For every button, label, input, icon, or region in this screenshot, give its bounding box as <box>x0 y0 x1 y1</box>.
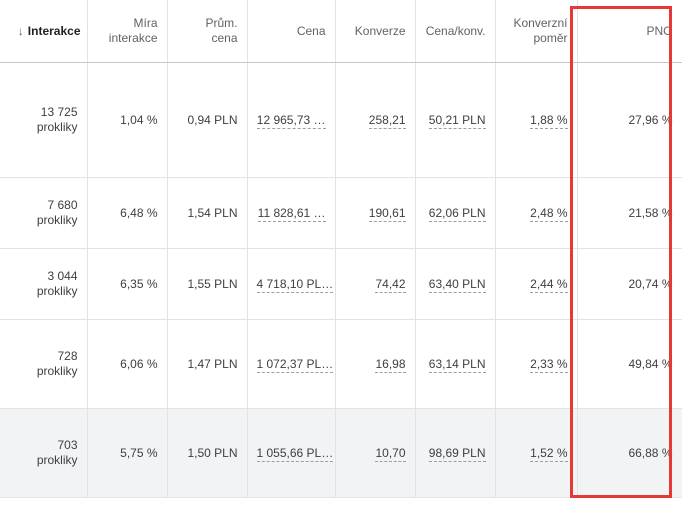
cell-interactions: 3 044 prokliky <box>0 248 88 320</box>
cell-cost: 11 828,61 … <box>247 177 336 249</box>
cell-interaction-rate: 6,48 % <box>87 177 168 249</box>
cell-conversions: 190,61 <box>335 177 416 249</box>
column-header-interaction-rate[interactable]: Míra interakce <box>87 0 168 63</box>
cell-interaction-rate: 1,04 % <box>87 62 168 178</box>
cell-conversion-rate: 2,33 % <box>495 319 578 409</box>
column-header-cost[interactable]: Cena <box>247 0 336 63</box>
cell-interactions: 703 prokliky <box>0 408 88 498</box>
cell-conversions: 74,42 <box>335 248 416 320</box>
cell-interaction-rate: 6,35 % <box>87 248 168 320</box>
column-header-conversion-rate[interactable]: Konverzní poměr <box>495 0 578 63</box>
cell-interactions: 13 725 prokliky <box>0 62 88 178</box>
cell-avg-price: 1,50 PLN <box>167 408 248 498</box>
cell-conversion-rate: 2,48 % <box>495 177 578 249</box>
header-row: ↓ Interakce Míra interakce Prům. cena Cen… <box>0 0 682 63</box>
cell-cost-per-conversion: 63,40 PLN <box>415 248 496 320</box>
cell-cost-per-conversion: 98,69 PLN <box>415 408 496 498</box>
cell-interaction-rate: 6,06 % <box>87 319 168 409</box>
cell-pno: 20,74 % <box>577 248 682 320</box>
table-row: 3 044 prokliky 6,35 % 1,55 PLN 4 718,10 P… <box>0 248 682 320</box>
cell-cost-per-conversion: 62,06 PLN <box>415 177 496 249</box>
cell-conversions: 258,21 <box>335 62 416 178</box>
table-row: 728 prokliky 6,06 % 1,47 PLN 1 072,37 PL…… <box>0 319 682 409</box>
cell-conversions: 16,98 <box>335 319 416 409</box>
cell-cost-per-conversion: 50,21 PLN <box>415 62 496 178</box>
table-row: 13 725 prokliky 1,04 % 0,94 PLN 12 965,73… <box>0 62 682 178</box>
cell-conversion-rate: 2,44 % <box>495 248 578 320</box>
cell-avg-price: 1,54 PLN <box>167 177 248 249</box>
table-row: 7 680 prokliky 6,48 % 1,54 PLN 11 828,61 … <box>0 177 682 249</box>
stats-table: ↓ Interakce Míra interakce Prům. cena Cen… <box>0 0 682 498</box>
cell-interaction-rate: 5,75 % <box>87 408 168 498</box>
column-header-conversions[interactable]: Konverze <box>335 0 416 63</box>
cell-avg-price: 0,94 PLN <box>167 62 248 178</box>
cell-pno: 66,88 % <box>577 408 682 498</box>
cell-avg-price: 1,47 PLN <box>167 319 248 409</box>
cell-pno: 49,84 % <box>577 319 682 409</box>
cell-cost: 1 055,66 PL… <box>247 408 336 498</box>
table-row: 703 prokliky 5,75 % 1,50 PLN 1 055,66 PL…… <box>0 408 682 498</box>
cell-cost: 1 072,37 PL… <box>247 319 336 409</box>
cell-interactions: 7 680 prokliky <box>0 177 88 249</box>
cell-interactions: 728 prokliky <box>0 319 88 409</box>
column-header-cost-per-conversion[interactable]: Cena/konv. <box>415 0 496 63</box>
cell-conversions: 10,70 <box>335 408 416 498</box>
cell-conversion-rate: 1,88 % <box>495 62 578 178</box>
column-header-label: Interakce <box>27 23 81 38</box>
cell-avg-price: 1,55 PLN <box>167 248 248 320</box>
cell-pno: 27,96 % <box>577 62 682 178</box>
cell-pno: 21,58 % <box>577 177 682 249</box>
cell-cost: 12 965,73 … <box>247 62 336 178</box>
column-header-interactions[interactable]: ↓ Interakce <box>0 0 88 63</box>
column-header-pno[interactable]: PNO <box>577 0 682 63</box>
column-header-avg-price[interactable]: Prům. cena <box>167 0 248 63</box>
cell-cost: 4 718,10 PL… <box>247 248 336 320</box>
cell-cost-per-conversion: 63,14 PLN <box>415 319 496 409</box>
sort-down-icon: ↓ <box>17 23 24 38</box>
cell-conversion-rate: 1,52 % <box>495 408 578 498</box>
